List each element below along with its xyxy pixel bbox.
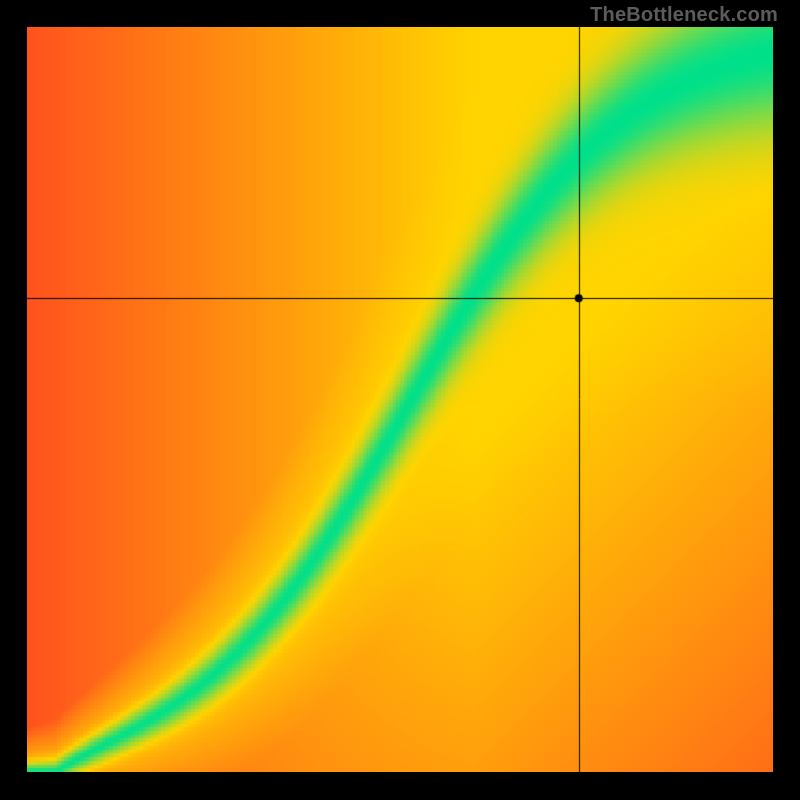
overlay-canvas xyxy=(27,27,773,772)
watermark-text: TheBottleneck.com xyxy=(590,4,778,27)
chart-stage: TheBottleneck.com xyxy=(0,0,800,800)
